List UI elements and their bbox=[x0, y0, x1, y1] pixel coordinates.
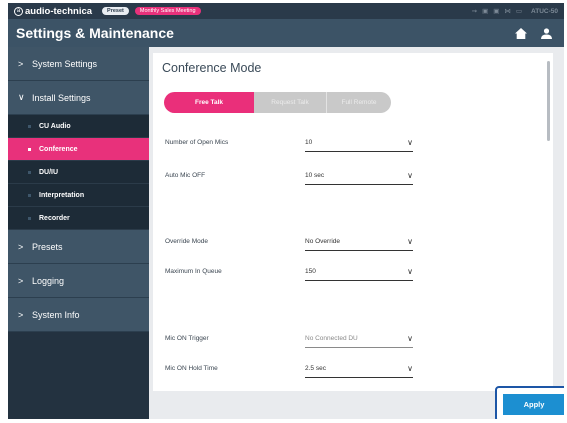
sidebar-item-label: Install Settings bbox=[32, 92, 91, 103]
sidebar-item-label: Presets bbox=[32, 241, 63, 252]
chevron-down-icon: ∨ bbox=[407, 138, 413, 147]
conference-mode-selector: Free Talk Request Talk Full Remote bbox=[164, 92, 391, 113]
status-icon: ▣ bbox=[482, 8, 489, 15]
network-icon: ⋈ bbox=[504, 8, 511, 15]
sidebar-item-system-settings[interactable]: > System Settings bbox=[8, 47, 149, 81]
meeting-name-badge: Monthly Sales Meeting bbox=[134, 7, 201, 15]
model-label: ATUC-50 bbox=[531, 7, 558, 15]
chevron-right-icon: > bbox=[18, 275, 24, 286]
mode-full-remote-button[interactable]: Full Remote bbox=[327, 92, 391, 113]
bullet-icon bbox=[28, 193, 31, 197]
sidebar-subitem-du-iu[interactable]: DU/IU bbox=[8, 161, 149, 184]
app-window: a audio-technica Preset Monthly Sales Me… bbox=[8, 3, 564, 419]
chevron-right-icon: > bbox=[18, 58, 24, 69]
chevron-down-icon: ∨ bbox=[407, 171, 413, 180]
select-value: 10 bbox=[305, 139, 313, 146]
status-icon: ▣ bbox=[493, 8, 500, 15]
chevron-down-icon: ∨ bbox=[407, 364, 413, 373]
chevron-down-icon: ∨ bbox=[407, 334, 413, 343]
field-auto-mic-off: Auto Mic OFF 10 sec ∨ bbox=[165, 170, 415, 186]
sidebar-subitem-label: Recorder bbox=[39, 214, 70, 222]
chevron-down-icon: ∨ bbox=[407, 267, 413, 276]
field-mic-on-hold-time: Mic ON Hold Time 2.5 sec ∨ bbox=[165, 363, 415, 379]
field-label: Maximum In Queue bbox=[165, 268, 222, 275]
bullet-icon bbox=[28, 147, 31, 151]
scrollbar[interactable] bbox=[547, 61, 550, 141]
auto-mic-off-select[interactable]: 10 sec ∨ bbox=[305, 170, 413, 185]
number-of-open-mics-select[interactable]: 10 ∨ bbox=[305, 137, 413, 152]
select-value: 150 bbox=[305, 268, 316, 275]
field-number-of-open-mics: Number of Open Mics 10 ∨ bbox=[165, 137, 415, 153]
top-bar: a audio-technica Preset Monthly Sales Me… bbox=[8, 3, 564, 19]
main-content: Conference Mode Free Talk Request Talk F… bbox=[149, 47, 564, 419]
bullet-icon bbox=[28, 170, 31, 174]
field-maximum-in-queue: Maximum In Queue 150 ∨ bbox=[165, 266, 415, 282]
home-icon[interactable] bbox=[515, 27, 527, 39]
select-value: 2.5 sec bbox=[305, 365, 326, 372]
field-label: Number of Open Mics bbox=[165, 139, 229, 146]
apply-highlight: Apply bbox=[495, 386, 564, 419]
usb-icon: ⇝ bbox=[471, 8, 478, 15]
chevron-right-icon: > bbox=[18, 241, 24, 252]
monitor-icon: ▭ bbox=[515, 8, 523, 15]
field-mic-on-trigger: Mic ON Trigger No Connected DU ∨ bbox=[165, 333, 415, 349]
field-label: Auto Mic OFF bbox=[165, 172, 206, 179]
select-value: 10 sec bbox=[305, 172, 325, 179]
sidebar-item-logging[interactable]: > Logging bbox=[8, 264, 149, 298]
mic-on-trigger-select[interactable]: No Connected DU ∨ bbox=[305, 333, 413, 348]
field-label: Mic ON Hold Time bbox=[165, 365, 218, 372]
sidebar-item-label: Logging bbox=[32, 275, 65, 286]
page-header: Settings & Maintenance bbox=[8, 19, 564, 47]
sidebar-subitem-recorder[interactable]: Recorder bbox=[8, 207, 149, 230]
field-override-mode: Override Mode No Override ∨ bbox=[165, 236, 415, 252]
override-mode-select[interactable]: No Override ∨ bbox=[305, 236, 413, 251]
field-label: Override Mode bbox=[165, 238, 208, 245]
chevron-down-icon: ∨ bbox=[407, 237, 413, 246]
sidebar-item-presets[interactable]: > Presets bbox=[8, 230, 149, 264]
chevron-down-icon: ∨ bbox=[18, 92, 25, 102]
preset-badge: Preset bbox=[102, 7, 129, 15]
brand-name: audio-technica bbox=[25, 5, 93, 17]
conference-settings-panel: Conference Mode Free Talk Request Talk F… bbox=[153, 53, 553, 391]
page-title: Settings & Maintenance bbox=[16, 25, 174, 41]
mode-free-talk-button[interactable]: Free Talk bbox=[164, 92, 254, 113]
sidebar-item-label: System Settings bbox=[32, 58, 98, 69]
user-icon[interactable] bbox=[541, 27, 552, 39]
sidebar-subitem-label: CU Audio bbox=[39, 122, 71, 130]
select-value: No Override bbox=[305, 238, 341, 245]
mode-request-talk-button[interactable]: Request Talk bbox=[254, 92, 327, 113]
sidebar-item-label: System Info bbox=[32, 309, 80, 320]
sidebar-subitem-interpretation[interactable]: Interpretation bbox=[8, 184, 149, 207]
sidebar-subitem-label: Conference bbox=[39, 145, 78, 153]
sidebar-subitem-conference[interactable]: Conference bbox=[8, 138, 149, 161]
chevron-right-icon: > bbox=[18, 309, 24, 320]
field-label: Mic ON Trigger bbox=[165, 335, 209, 342]
mic-on-hold-time-select[interactable]: 2.5 sec ∨ bbox=[305, 363, 413, 378]
sidebar-subitem-label: DU/IU bbox=[39, 168, 59, 176]
maximum-in-queue-select[interactable]: 150 ∨ bbox=[305, 266, 413, 281]
sidebar: > System Settings ∨ Install Settings CU … bbox=[8, 47, 149, 419]
bullet-icon bbox=[28, 124, 31, 128]
section-title: Conference Mode bbox=[162, 61, 262, 75]
sidebar-subitem-cu-audio[interactable]: CU Audio bbox=[8, 115, 149, 138]
status-icons: ⇝ ▣ ▣ ⋈ ▭ ATUC-50 bbox=[471, 7, 558, 16]
sidebar-subitem-label: Interpretation bbox=[39, 191, 85, 199]
select-value: No Connected DU bbox=[305, 335, 358, 342]
sidebar-item-install-settings[interactable]: ∨ Install Settings bbox=[8, 81, 149, 115]
sidebar-item-system-info[interactable]: > System Info bbox=[8, 298, 149, 332]
brand-mark-icon: a bbox=[14, 6, 23, 16]
apply-button[interactable]: Apply bbox=[503, 394, 564, 415]
bullet-icon bbox=[28, 216, 31, 220]
brand-logo: a audio-technica bbox=[14, 6, 92, 17]
